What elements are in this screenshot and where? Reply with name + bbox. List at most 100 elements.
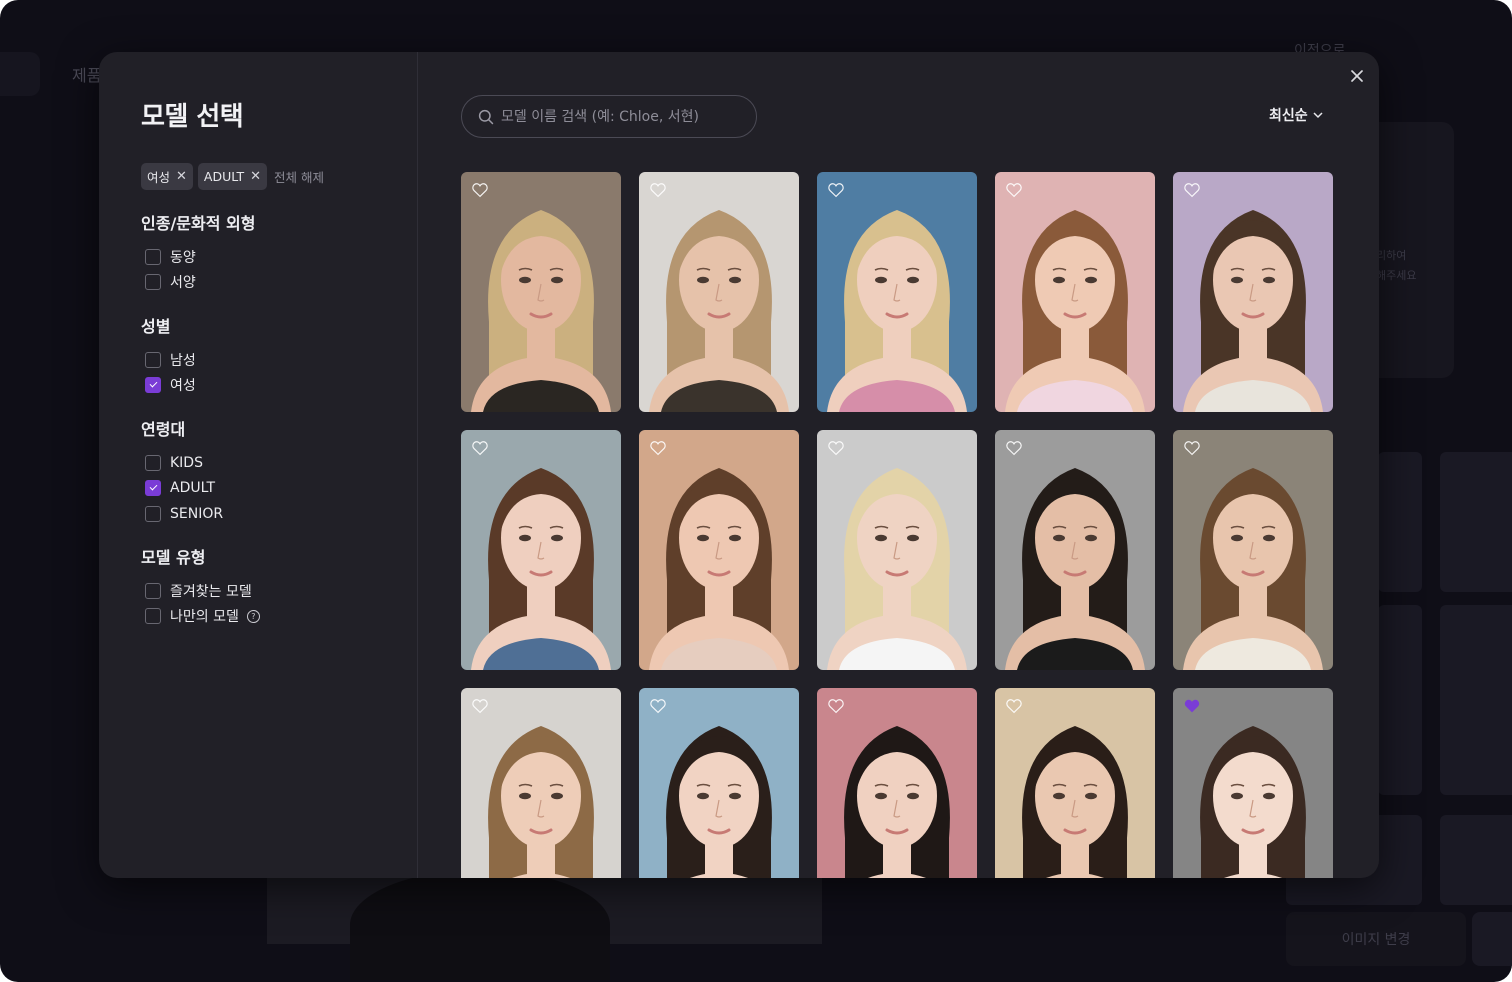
model-photo [461,172,621,412]
checkbox-checked[interactable] [145,480,161,497]
checkbox[interactable] [145,274,161,291]
option-label: 여성 [170,378,196,395]
background-thumbnail [1440,605,1512,795]
checkbox[interactable] [145,351,161,368]
favorite-heart-icon[interactable] [649,181,667,199]
model-photo [461,688,621,878]
app-window: 제품 이전으로 리하여 해주세요 이미지 변경 모델 선택 여성 ✕ ADULT… [0,0,1512,982]
filter-group-age: 연령대 KIDS ADULT SENIOR [141,416,223,527]
remove-chip-icon[interactable]: ✕ [250,169,261,184]
filter-option-senior[interactable]: SENIOR [145,501,223,527]
favorite-heart-icon[interactable] [1005,439,1023,457]
filter-option-east-asian[interactable]: 동양 [145,244,255,270]
model-grid [461,172,1337,878]
model-card[interactable] [461,430,621,670]
filter-option-adult[interactable]: ADULT [145,476,223,502]
model-card[interactable] [817,688,977,878]
favorite-heart-icon[interactable] [1183,439,1201,457]
model-card[interactable] [817,172,977,412]
filter-option-kids[interactable]: KIDS [145,450,223,476]
filter-chip-adult[interactable]: ADULT ✕ [197,163,268,190]
modal-title: 모델 선택 [141,102,244,132]
model-photo [817,430,977,670]
model-card[interactable] [817,430,977,670]
checkbox[interactable] [145,608,161,625]
filter-option-male[interactable]: 남성 [145,347,196,373]
model-card[interactable] [461,688,621,878]
model-photo [995,688,1155,878]
clear-all-filters-link[interactable]: 전체 해제 [274,167,324,186]
favorite-heart-icon[interactable] [1005,181,1023,199]
model-photo [461,430,621,670]
background-product-silhouette [350,870,610,980]
close-icon[interactable] [1347,66,1367,86]
option-label: 서양 [170,275,196,292]
filter-sidebar: 모델 선택 여성 ✕ ADULT ✕ 전체 해제 인종/문화적 외형 동양 서양… [99,52,418,878]
sort-dropdown[interactable]: 최신순 [1269,105,1324,125]
background-change-image-button: 이미지 변경 [1286,912,1466,966]
favorite-heart-icon[interactable] [471,697,489,715]
favorite-heart-icon[interactable] [827,181,845,199]
model-photo [817,688,977,878]
background-nav-label: 제품 [72,66,102,85]
filter-group-title: 성별 [141,317,171,336]
favorite-heart-icon[interactable] [827,439,845,457]
chip-label: 여성 [147,170,171,185]
model-photo [639,172,799,412]
checkbox[interactable] [145,248,161,265]
model-photo [995,430,1155,670]
model-photo [995,172,1155,412]
option-label: 남성 [170,352,196,369]
filter-option-favorites[interactable]: 즐겨찾는 모델 [145,578,260,604]
option-label: 즐겨찾는 모델 [170,583,252,600]
remove-chip-icon[interactable]: ✕ [176,169,187,184]
model-photo [1173,430,1333,670]
model-card[interactable] [995,430,1155,670]
model-card[interactable] [639,430,799,670]
filter-group-title: 모델 유형 [141,548,206,567]
sort-label: 최신순 [1269,108,1308,124]
favorite-heart-icon[interactable] [827,697,845,715]
option-label: KIDS [170,454,203,471]
filter-group-title: 연령대 [141,420,186,439]
filter-chip-female[interactable]: 여성 ✕ [141,163,193,190]
background-hint-line: 해주세요 [1376,269,1417,282]
help-icon[interactable]: ? [246,609,260,623]
search-input[interactable] [501,108,741,125]
chip-label: ADULT [203,169,245,184]
model-card[interactable] [639,688,799,878]
active-filter-chips: 여성 ✕ ADULT ✕ 전체 해제 [141,163,324,190]
checkbox-checked[interactable] [145,377,161,394]
filter-group-gender: 성별 남성 여성 [141,313,196,398]
model-card[interactable] [461,172,621,412]
checkbox[interactable] [145,505,161,522]
favorite-heart-icon[interactable] [471,181,489,199]
model-card[interactable] [995,688,1155,878]
checkbox[interactable] [145,582,161,599]
model-card[interactable] [1173,172,1333,412]
favorite-heart-icon[interactable] [1005,697,1023,715]
favorite-heart-icon[interactable] [649,697,667,715]
favorite-heart-icon[interactable] [471,439,489,457]
favorite-heart-icon[interactable] [649,439,667,457]
filter-group-title: 인종/문화적 외형 [141,214,256,233]
model-photo [639,430,799,670]
filter-option-western[interactable]: 서양 [145,270,255,296]
model-card[interactable] [639,172,799,412]
model-card[interactable] [1173,430,1333,670]
checkbox[interactable] [145,454,161,471]
model-card[interactable] [995,172,1155,412]
favorite-heart-filled-icon[interactable] [1183,697,1201,715]
background-thumbnail [1440,815,1512,905]
filter-option-my-models[interactable]: 나만의 모델? [145,604,260,630]
background-hint-line: 리하여 [1376,249,1407,262]
model-card[interactable] [1173,688,1333,878]
background-hint: 리하여 해주세요 [1376,246,1416,286]
option-label: 나만의 모델 [170,609,239,626]
model-search-field[interactable] [461,95,757,138]
model-select-modal: 모델 선택 여성 ✕ ADULT ✕ 전체 해제 인종/문화적 외형 동양 서양… [99,52,1379,878]
filter-option-female[interactable]: 여성 [145,373,196,399]
model-photo [1173,688,1333,878]
favorite-heart-icon[interactable] [1183,181,1201,199]
option-label: ADULT [170,480,216,497]
